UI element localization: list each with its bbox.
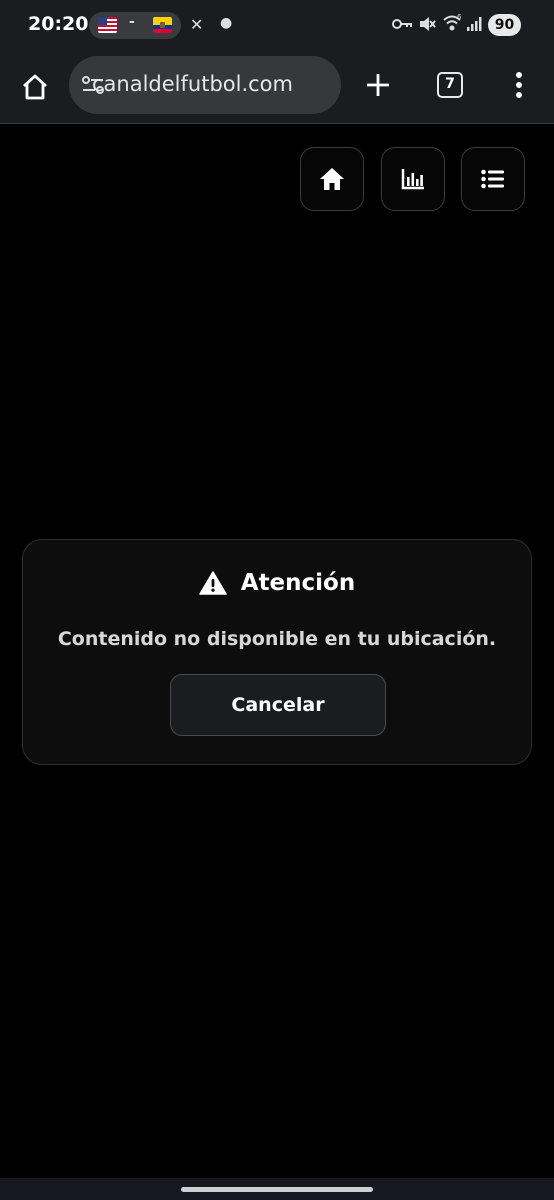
home-icon	[320, 168, 344, 190]
address-bar[interactable]: canaldelfutbol.com	[69, 56, 341, 114]
signal-icon	[467, 17, 482, 31]
mute-icon	[420, 17, 436, 31]
status-time: 20:20	[28, 13, 89, 35]
url-text[interactable]: canaldelfutbol.com	[92, 72, 293, 96]
list-icon	[481, 169, 504, 189]
gesture-handle[interactable]	[181, 1187, 373, 1192]
system-nav-bar	[0, 1178, 554, 1200]
x-icon: ✕	[190, 15, 204, 34]
browser-menu-button[interactable]	[512, 68, 526, 102]
page-stats-button[interactable]	[381, 147, 445, 211]
battery-icon: 90	[488, 14, 521, 36]
warning-icon	[199, 571, 227, 595]
plus-icon	[367, 74, 389, 96]
us-flag-icon	[98, 17, 117, 33]
cancel-button[interactable]: Cancelar	[170, 674, 386, 736]
home-icon	[23, 74, 47, 100]
bar-chart-icon	[401, 169, 424, 190]
page-list-button[interactable]	[461, 147, 525, 211]
geo-block-dialog: Atención Contenido no disponible en tu u…	[22, 539, 532, 765]
more-vert-icon	[516, 72, 522, 98]
new-tab-button[interactable]	[363, 70, 393, 100]
dot-icon: ●	[220, 15, 233, 31]
browser-toolbar: canaldelfutbol.com 7	[0, 52, 554, 124]
dialog-message: Contenido no disponible en tu ubicación.	[57, 628, 497, 650]
ecuador-flag-icon	[153, 17, 172, 33]
browser-home-button[interactable]	[17, 69, 53, 105]
wifi-icon: 6	[443, 14, 462, 31]
dialog-title: Atención	[23, 570, 531, 596]
dialog-title-text: Atención	[240, 570, 356, 596]
vpn-indicator: -	[89, 12, 181, 39]
vpn-separator: -	[129, 14, 135, 30]
page: 20:20 - ✕ ● 6 90 canaldelfutbol.com 7 At…	[0, 0, 554, 1200]
key-icon	[392, 19, 412, 29]
page-home-button[interactable]	[300, 147, 364, 211]
tab-switcher-button[interactable]: 7	[437, 72, 463, 98]
status-bar: 20:20 - ✕ ● 6 90	[0, 0, 554, 52]
svg-text:6: 6	[457, 14, 462, 21]
